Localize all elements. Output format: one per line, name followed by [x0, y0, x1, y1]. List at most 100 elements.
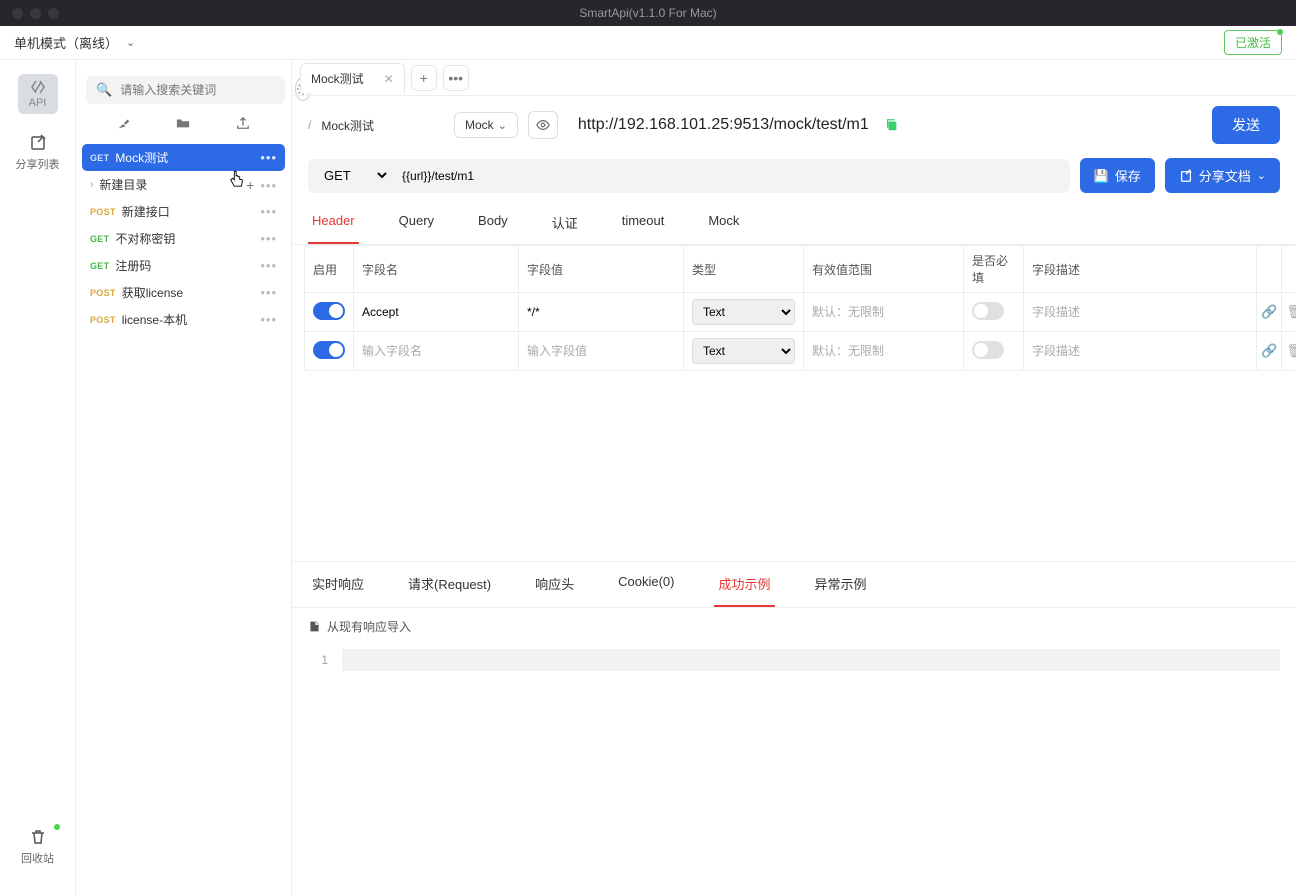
tab-more-button[interactable]: ••• [443, 65, 469, 91]
gutter-line: 1 [292, 649, 342, 671]
col-type: 类型 [684, 246, 804, 293]
import-from-response[interactable]: 从现有响应导入 [292, 608, 1296, 645]
field-desc-input[interactable] [1032, 305, 1248, 319]
copy-url-button[interactable] [885, 118, 899, 132]
method-row: GET 保存 分享文档 ⌄ [292, 152, 1296, 203]
share-doc-button[interactable]: 分享文档 ⌄ [1165, 158, 1280, 193]
col-name: 字段名 [354, 246, 519, 293]
pin-icon-svg [116, 116, 132, 130]
request-url: http://192.168.101.25:9513/mock/test/m1 [578, 116, 869, 134]
code-line-1[interactable] [342, 649, 1280, 671]
method-badge: POST [90, 207, 116, 217]
col-required: 是否必填 [964, 246, 1024, 293]
tab-header[interactable]: Header [308, 203, 359, 244]
tree-label: license-本机 [122, 311, 187, 328]
tab-timeout[interactable]: timeout [618, 203, 669, 244]
send-button[interactable]: 发送 [1212, 106, 1280, 144]
required-toggle[interactable] [972, 302, 1004, 320]
eye-icon [535, 118, 551, 132]
field-type-select[interactable]: Text [692, 338, 795, 364]
more-icon[interactable]: ••• [260, 231, 277, 246]
chevron-down-icon: ⌄ [1257, 169, 1266, 182]
rail-api-label: API [29, 97, 47, 109]
max-window-icon[interactable] [48, 8, 59, 19]
resp-tab-success[interactable]: 成功示例 [714, 562, 774, 607]
rail-api[interactable]: API [18, 74, 58, 114]
field-name-input[interactable] [362, 344, 510, 358]
url-template-input[interactable] [402, 169, 1058, 183]
tree-item-license-local[interactable]: POSTlicense-本机 ••• [82, 306, 285, 333]
more-icon[interactable]: ••• [260, 150, 277, 165]
save-button[interactable]: 保存 [1080, 158, 1155, 193]
resp-tab-realtime[interactable]: 实时响应 [308, 562, 368, 607]
tab-mock[interactable]: Mock [704, 203, 743, 244]
activation-badge[interactable]: 已激活 [1224, 30, 1282, 55]
share-list-icon [29, 134, 47, 152]
resp-tab-error[interactable]: 异常示例 [811, 562, 871, 607]
folder-icon-svg [175, 116, 191, 130]
link-icon[interactable]: 🔗 [1261, 304, 1277, 319]
tree-label: 新建接口 [122, 203, 170, 220]
field-value-input[interactable] [527, 305, 675, 319]
pin-icon[interactable] [116, 116, 132, 130]
code-editor[interactable]: 1 [292, 645, 1296, 675]
field-desc-input[interactable] [1032, 344, 1248, 358]
more-icon[interactable]: ••• [260, 312, 277, 327]
response-tabs: 实时响应 请求(Request) 响应头 Cookie(0) 成功示例 异常示例 [292, 562, 1296, 608]
field-value-input[interactable] [527, 344, 675, 358]
sidebar-actions [76, 110, 291, 140]
rail-recycle[interactable]: 回收站 [21, 828, 54, 866]
delete-icon[interactable]: 🗑 [1286, 343, 1296, 358]
folder-icon[interactable] [175, 116, 191, 130]
save-label: 保存 [1115, 166, 1141, 185]
field-type-select[interactable]: Text [692, 299, 795, 325]
more-icon[interactable]: ••• [260, 178, 277, 193]
link-icon[interactable]: 🔗 [1261, 343, 1277, 358]
tab-body[interactable]: Body [474, 203, 512, 244]
tree-item-reg-code[interactable]: GET注册码 ••• [82, 252, 285, 279]
mock-dropdown[interactable]: Mock ⌄ [454, 112, 518, 138]
notification-dot-icon [54, 824, 60, 830]
share-label: 分享文档 [1199, 166, 1251, 185]
tree-item-new-folder[interactable]: ›新建目录 +••• [82, 171, 285, 198]
file-tab-label: Mock测试 [311, 70, 364, 87]
field-range-input[interactable] [812, 344, 955, 358]
search-input-wrap[interactable]: 🔍 [86, 76, 285, 104]
method-panel: GET [308, 159, 1070, 193]
close-tab-icon[interactable]: ✕ [384, 72, 394, 86]
mode-dropdown[interactable]: 单机模式（离线） ⌄ [14, 33, 135, 52]
api-icon [30, 79, 46, 95]
export-icon[interactable] [235, 116, 251, 130]
resp-tab-request[interactable]: 请求(Request) [404, 562, 495, 607]
min-window-icon[interactable] [30, 8, 41, 19]
tree-item-new-api[interactable]: POST 新建接口 ••• [82, 198, 285, 225]
field-name-input[interactable] [362, 305, 510, 319]
enable-toggle[interactable] [313, 341, 345, 359]
tree-item-asym-key[interactable]: GET不对称密钥 ••• [82, 225, 285, 252]
close-window-icon[interactable] [12, 8, 23, 19]
file-tab-mock-test[interactable]: Mock测试 ✕ [300, 63, 405, 93]
tab-query[interactable]: Query [395, 203, 438, 244]
rail-share-list[interactable]: 分享列表 [16, 134, 60, 172]
resp-tab-headers[interactable]: 响应头 [531, 562, 578, 607]
tree-item-mock-test[interactable]: GETMock测试 ••• [82, 144, 285, 171]
search-input[interactable] [120, 83, 275, 97]
tree-item-get-license[interactable]: POST获取license ••• [82, 279, 285, 306]
field-range-input[interactable] [812, 305, 955, 319]
request-header-row: / Mock测试 Mock ⌄ http://192.168.101.25:95… [292, 96, 1296, 152]
titlebar: SmartApi(v1.1.0 For Mac) [0, 0, 1296, 26]
more-icon[interactable]: ••• [260, 285, 277, 300]
resp-tab-cookie[interactable]: Cookie(0) [614, 562, 678, 607]
table-header-row: 启用 字段名 字段值 类型 有效值范围 是否必填 字段描述 [305, 246, 1296, 293]
add-icon[interactable]: + [246, 177, 254, 193]
method-select[interactable]: GET [320, 167, 390, 184]
tab-auth[interactable]: 认证 [548, 203, 582, 244]
delete-icon[interactable]: 🗑 [1286, 304, 1296, 319]
col-enable: 启用 [305, 246, 354, 293]
more-icon[interactable]: ••• [260, 204, 277, 219]
required-toggle[interactable] [972, 341, 1004, 359]
new-tab-button[interactable]: + [411, 65, 437, 91]
more-icon[interactable]: ••• [260, 258, 277, 273]
enable-toggle[interactable] [313, 302, 345, 320]
preview-button[interactable] [528, 111, 558, 139]
